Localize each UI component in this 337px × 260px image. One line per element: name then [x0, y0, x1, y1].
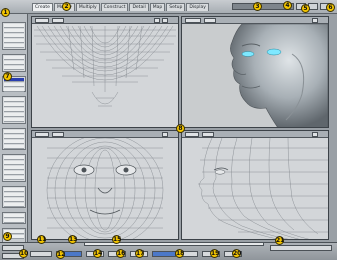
callout-7: 7	[3, 72, 12, 81]
info-line	[84, 242, 264, 246]
viewport-side-header	[182, 131, 328, 138]
viewport-front-header	[32, 131, 178, 138]
tab-map[interactable]: Map	[149, 3, 166, 11]
viewport-perspective-zoom[interactable]	[312, 18, 318, 23]
tool-group-4[interactable]	[2, 96, 26, 124]
callout-17: 17	[135, 249, 145, 258]
callout-13: 13	[68, 235, 78, 244]
menu-tabs: Create Modify Multiply Construct Detail …	[32, 3, 209, 11]
viewport-perspective-header	[182, 17, 328, 24]
callout-16: 16	[116, 249, 126, 258]
tool-group-top[interactable]	[2, 22, 26, 50]
callout-6: 6	[326, 3, 335, 12]
callout-19: 19	[210, 249, 220, 258]
tab-multiply[interactable]: Multiply	[75, 3, 100, 11]
callout-20: 20	[232, 249, 242, 258]
callout-21: 21	[275, 236, 285, 245]
tab-display[interactable]: Display	[186, 3, 209, 11]
callout-2: 2	[62, 2, 71, 11]
viewport-top-view[interactable]	[52, 18, 64, 23]
tool-group-2[interactable]	[2, 54, 26, 72]
viewport-side-view[interactable]	[202, 132, 214, 137]
wireframe-head-top-icon	[32, 24, 178, 127]
callout-4: 4	[283, 1, 292, 10]
viewport-perspective-mode[interactable]	[185, 18, 201, 23]
callout-5: 5	[301, 4, 310, 13]
viewport-front-mode[interactable]	[35, 132, 49, 137]
viewport-top-zoom[interactable]	[154, 18, 160, 23]
tool-group-7[interactable]	[2, 186, 26, 208]
viewport-top[interactable]	[31, 16, 179, 128]
viewport-front[interactable]	[31, 130, 179, 240]
status-field	[270, 245, 332, 251]
viewport-side-mode[interactable]	[185, 132, 199, 137]
viewport-front-zoom[interactable]	[162, 132, 168, 137]
callout-18: 18	[175, 249, 185, 258]
tab-setup[interactable]: Setup	[166, 3, 186, 11]
viewport-front-view[interactable]	[52, 132, 64, 137]
callout-12: 12	[56, 250, 66, 259]
modeler-app: Create Modify Multiply Construct Detail …	[0, 0, 337, 260]
wireframe-head-front-icon	[32, 133, 178, 239]
viewport-perspective-view[interactable]	[204, 18, 216, 23]
tool-group-5[interactable]	[2, 128, 26, 150]
left-toolbar	[0, 14, 28, 246]
tab-detail[interactable]: Detail	[129, 3, 149, 11]
surface-button[interactable]	[152, 251, 176, 257]
viewport-top-mode[interactable]	[35, 18, 49, 23]
callout-10: 10	[19, 249, 29, 258]
wireframe-head-side-icon	[182, 137, 328, 239]
callout-9: 9	[3, 232, 12, 241]
viewport-top-header	[32, 17, 178, 24]
callout-8: 8	[176, 124, 185, 133]
tab-create[interactable]: Create	[32, 3, 53, 11]
callout-11: 11	[37, 235, 47, 244]
shaded-head-perspective-icon	[182, 23, 328, 127]
callout-1: 1	[1, 8, 10, 17]
tool-group-6[interactable]	[2, 154, 26, 182]
viewport-top-pan[interactable]	[162, 18, 168, 23]
viewport-side[interactable]	[181, 130, 329, 240]
tool-group-8[interactable]	[2, 212, 26, 224]
viewport-side-zoom[interactable]	[312, 132, 318, 137]
callout-3: 3	[253, 2, 262, 11]
callout-14: 14	[93, 249, 103, 258]
viewport-perspective[interactable]	[181, 16, 329, 128]
callout-15: 15	[112, 235, 122, 244]
modes-button[interactable]	[30, 251, 52, 257]
tab-construct[interactable]: Construct	[100, 3, 129, 11]
